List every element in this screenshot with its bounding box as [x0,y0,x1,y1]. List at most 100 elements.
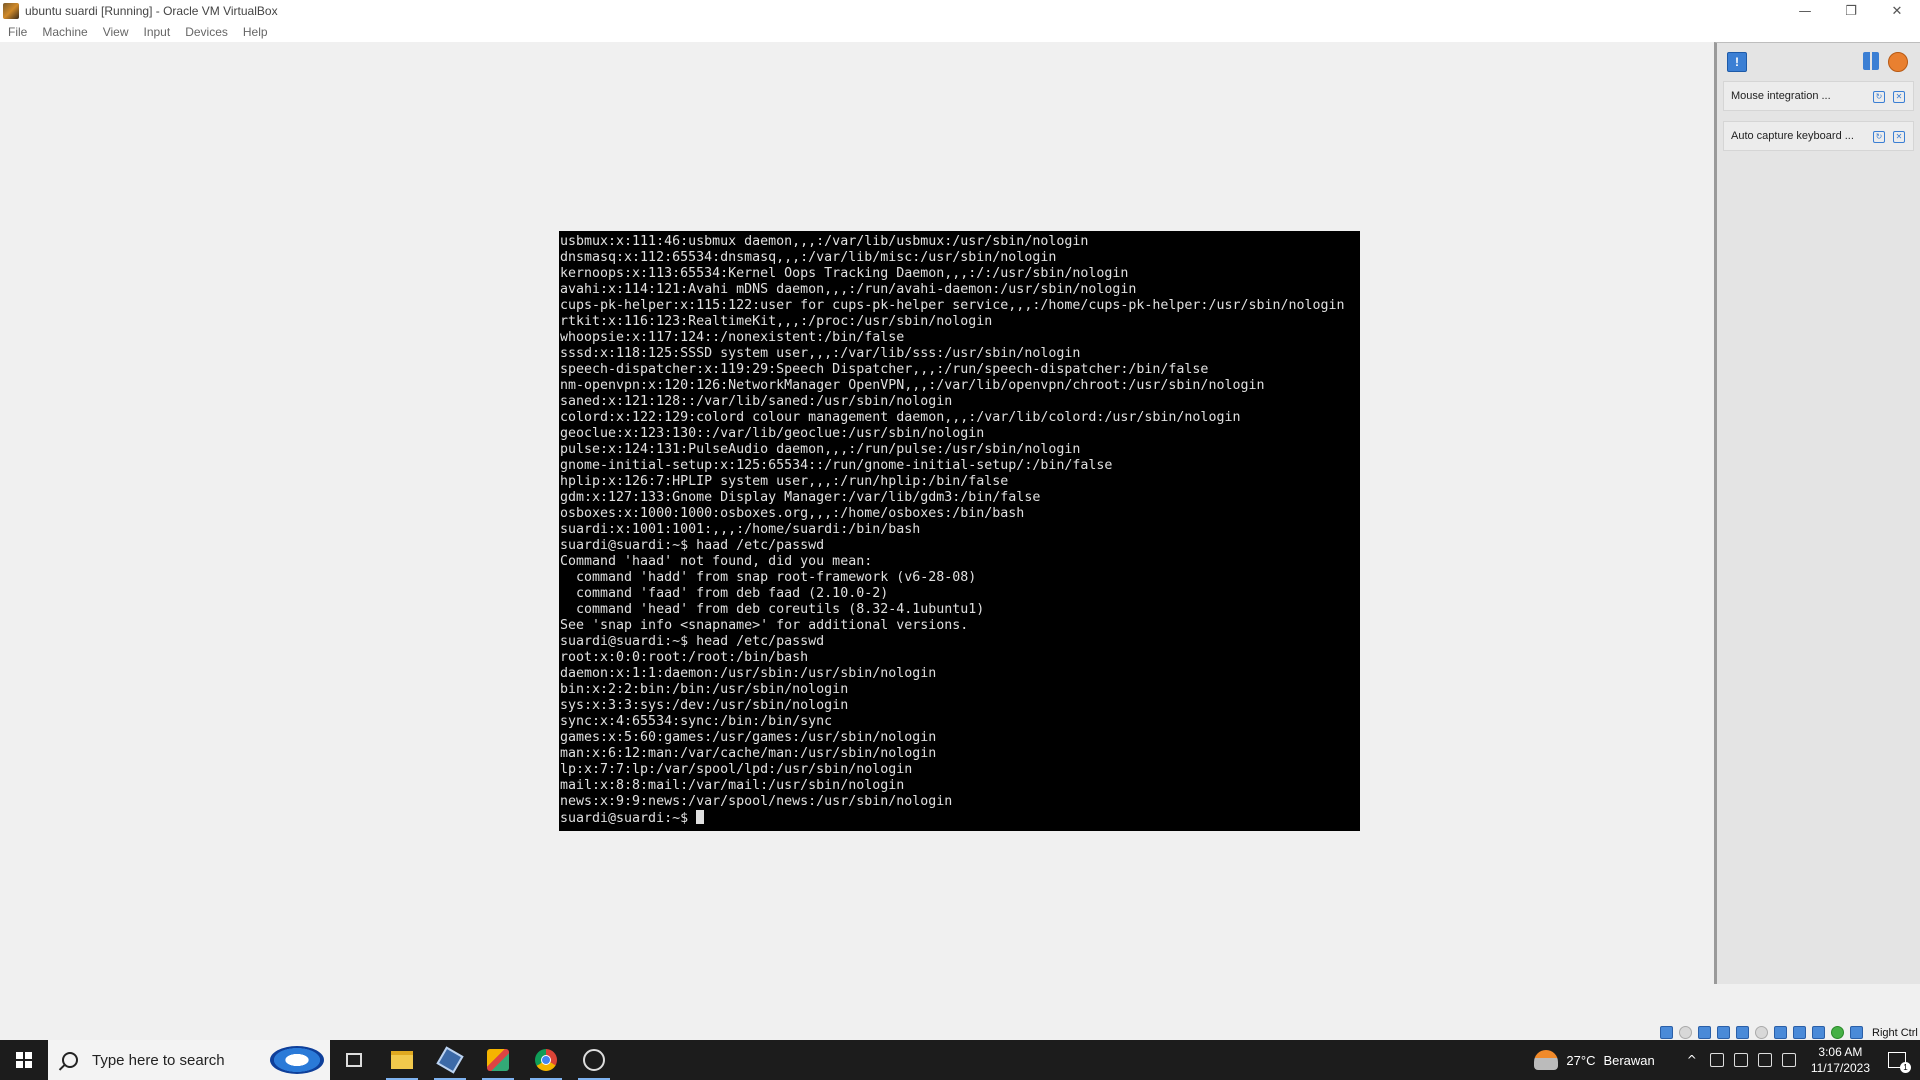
terminal-line: lp:x:7:7:lp:/var/spool/lpd:/usr/sbin/nol… [560,762,913,777]
menu-devices[interactable]: Devices [178,25,236,39]
action-center-icon[interactable]: 1 [1888,1052,1911,1073]
terminal-line: nm-openvpn:x:120:126:NetworkManager Open… [560,378,1265,393]
taskbar-file-explorer[interactable] [378,1040,426,1080]
audio-icon[interactable] [1698,1026,1711,1039]
host-key-label[interactable]: Right Ctrl [1872,1027,1918,1040]
weather-temperature[interactable]: 27°C [1566,1053,1595,1068]
notification-auto-capture-keyboard[interactable]: Auto capture keyboard ... ↻ ✕ [1723,121,1914,151]
taskbar-clock[interactable]: 3:06 AM 11/17/2023 [1811,1044,1870,1076]
windows-taskbar: Type here to search 27°C Berawan ^ 3:06 … [0,1040,1920,1080]
minimize-button[interactable]: — [1782,0,1828,22]
guest-terminal[interactable]: usbmux:x:111:46:usbmux daemon,,,:/var/li… [559,231,1360,831]
vm-status-bar: Right Ctrl [0,1026,1920,1040]
terminal-line: See 'snap info <snapname>' for additiona… [560,618,969,633]
keyboard-capture-icon[interactable] [1850,1026,1863,1039]
start-button[interactable] [0,1040,48,1080]
notification-text: Mouse integration ... [1731,90,1831,102]
terminal-line: sssd:x:118:125:SSSD system user,,,:/var/… [560,346,1081,361]
file-explorer-icon [391,1051,413,1069]
display-icon[interactable] [1774,1026,1787,1039]
terminal-line: kernoops:x:113:65534:Kernel Oops Trackin… [560,266,1129,281]
terminal-line: mail:x:8:8:mail:/var/mail:/usr/sbin/nolo… [560,778,905,793]
wifi-icon[interactable] [1757,1053,1772,1067]
terminal-line: saned:x:121:128::/var/lib/saned:/usr/sbi… [560,394,953,409]
terminal-line: gdm:x:127:133:Gnome Display Manager:/var… [560,490,1041,505]
terminal-line: suardi@suardi:~$ head /etc/passwd [560,634,825,649]
notification-close-all-icon[interactable] [1888,52,1908,72]
terminal-line: command 'hadd' from snap root-framework … [560,570,977,585]
cpu-icon[interactable] [1812,1026,1825,1039]
task-view-icon [346,1053,362,1067]
menu-view[interactable]: View [96,25,137,39]
obs-icon [583,1049,605,1071]
shared-folders-icon[interactable] [1755,1026,1768,1039]
terminal-line: command 'head' from deb coreutils (8.32-… [560,602,985,617]
taskbar-chrome[interactable] [522,1040,570,1080]
vm-window-icon [487,1049,509,1071]
terminal-line: games:x:5:60:games:/usr/games:/usr/sbin/… [560,730,937,745]
virtualbox-icon [436,1046,464,1074]
taskbar-obs[interactable] [570,1040,618,1080]
terminal-line: daemon:x:1:1:daemon:/usr/sbin:/usr/sbin/… [560,666,937,681]
notification-center-toolbar: ! [1717,43,1920,77]
terminal-line: gnome-initial-setup:x:125:65534::/run/gn… [560,458,1113,473]
close-button[interactable]: ✕ [1874,0,1920,22]
terminal-line: sync:x:4:65534:sync:/bin:/bin/sync [560,714,833,729]
title-bar: ubuntu suardi [Running] - Oracle VM Virt… [0,0,1920,22]
weather-icon[interactable] [1534,1050,1559,1070]
notification-text: Auto capture keyboard ... [1731,130,1854,142]
terminal-line: rtkit:x:116:123:RealtimeKit,,,:/proc:/us… [560,314,993,329]
notification-close-icon[interactable]: ✕ [1893,91,1905,103]
terminal-line: root:x:0:0:root:/root:/bin/bash [560,650,809,665]
recording-icon[interactable] [1793,1026,1806,1039]
notification-dont-show-icon[interactable]: ↻ [1873,131,1885,143]
optical-drive-icon[interactable] [1679,1026,1692,1039]
menu-file[interactable]: File [0,25,35,39]
tray-app-icon[interactable] [1709,1053,1724,1067]
terminal-prompt-line[interactable]: suardi@suardi:~$ [560,810,1360,826]
chevron-up-icon[interactable]: ^ [1687,1053,1697,1067]
hard-disk-icon[interactable] [1660,1026,1673,1039]
terminal-line: geoclue:x:123:130::/var/lib/geoclue:/usr… [560,426,985,441]
usb-icon[interactable] [1736,1026,1749,1039]
task-view-button[interactable] [330,1040,378,1080]
weather-description[interactable]: Berawan [1603,1053,1654,1068]
taskbar-virtualbox[interactable] [426,1040,474,1080]
terminal-line: colord:x:122:129:colord colour managemen… [560,410,1241,425]
terminal-line: suardi:x:1001:1001:,,,:/home/suardi:/bin… [560,522,921,537]
mouse-integration-icon[interactable] [1831,1026,1844,1039]
vm-display[interactable]: usbmux:x:111:46:usbmux daemon,,,:/var/li… [0,42,1714,1027]
virtualbox-app-icon [3,3,19,19]
notification-dont-show-icon[interactable]: ↻ [1873,91,1885,103]
terminal-line: sys:x:3:3:sys:/dev:/usr/sbin/nologin [560,698,849,713]
tray-security-icon[interactable] [1733,1053,1748,1067]
search-placeholder: Type here to search [92,1051,225,1069]
terminal-line: suardi@suardi:~$ haad /etc/passwd [560,538,825,553]
terminal-cursor [696,810,705,824]
windows-logo-icon [16,1052,32,1068]
terminal-line: cups-pk-helper:x:115:122:user for cups-p… [560,298,1345,313]
menu-bar: File Machine View Input Devices Help [0,22,1920,42]
clock-time: 3:06 AM [1818,1045,1863,1059]
terminal-line: dnsmasq:x:112:65534:dnsmasq,,,:/var/lib/… [560,250,1057,265]
taskbar-search[interactable]: Type here to search [48,1040,330,1080]
window-controls: — ❐ ✕ [1782,0,1920,22]
menu-help[interactable]: Help [236,25,276,39]
terminal-line: avahi:x:114:121:Avahi mDNS daemon,,,:/ru… [560,282,1137,297]
menu-machine[interactable]: Machine [35,25,95,39]
terminal-line: news:x:9:9:news:/var/spool/news:/usr/sbi… [560,794,953,809]
terminal-line: man:x:6:12:man:/var/cache/man:/usr/sbin/… [560,746,937,761]
notification-info-icon[interactable]: ! [1727,52,1747,72]
taskbar-vm-window[interactable] [474,1040,522,1080]
restore-button[interactable]: ❐ [1828,0,1874,22]
terminal-line: bin:x:2:2:bin:/bin:/usr/sbin/nologin [560,682,849,697]
network-icon[interactable] [1717,1026,1730,1039]
terminal-line: whoopsie:x:117:124::/nonexistent:/bin/fa… [560,330,905,345]
notification-order-icon[interactable] [1863,52,1879,70]
search-highlight-icon[interactable] [270,1046,324,1074]
volume-muted-icon[interactable] [1781,1053,1796,1067]
notification-close-icon[interactable]: ✕ [1893,131,1905,143]
menu-input[interactable]: Input [137,25,179,39]
notification-mouse-integration[interactable]: Mouse integration ... ↻ ✕ [1723,81,1914,111]
terminal-line: hplip:x:126:7:HPLIP system user,,,:/run/… [560,474,1009,489]
